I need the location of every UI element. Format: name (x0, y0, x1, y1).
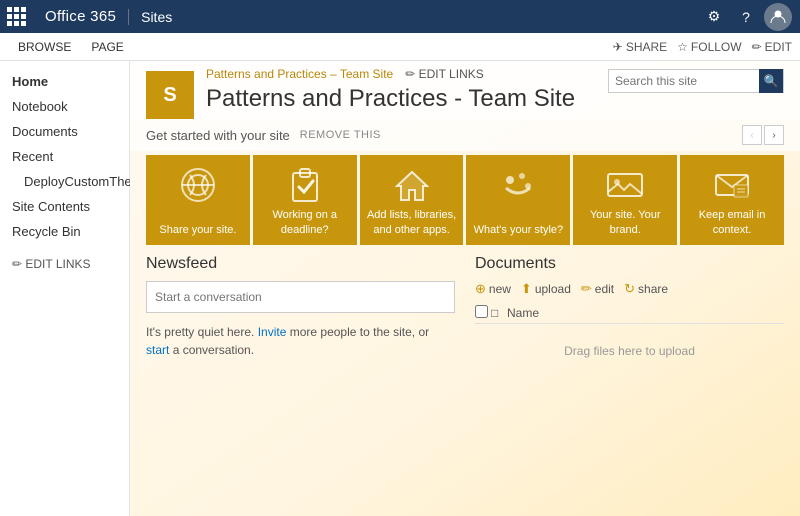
waffle-icon (7, 7, 26, 26)
upload-icon: ⬆ (521, 281, 532, 297)
newsfeed-title: Newsfeed (146, 255, 455, 273)
follow-button[interactable]: ☆ FOLLOW (677, 40, 741, 54)
remove-this-button[interactable]: REMOVE THIS (300, 129, 381, 141)
star-icon: ☆ (677, 40, 688, 54)
doc-share-button[interactable]: ↻ share (624, 281, 668, 297)
waffle-button[interactable] (0, 0, 33, 33)
share-icon: ✈ (613, 40, 623, 54)
doc-edit-button[interactable]: ✏ edit (581, 281, 614, 297)
search-input[interactable] (609, 74, 759, 88)
top-bar: Office 365 Sites ⚙ ? (0, 0, 800, 33)
doc-check-col (475, 305, 491, 321)
card-brand[interactable]: Your site. Your brand. (573, 155, 677, 245)
pencil-icon: ✏ (752, 40, 762, 54)
second-bar: BROWSE PAGE ✈ SHARE ☆ FOLLOW ✏ EDIT (0, 33, 800, 61)
breadcrumb-link[interactable]: Patterns and Practices – Team Site (206, 67, 393, 81)
sidebar-item-deploycustomtheme[interactable]: DeployCustomTheme (0, 169, 129, 194)
doc-new-button[interactable]: ⊕ new (475, 281, 511, 297)
edit-button[interactable]: ✏ EDIT (752, 40, 792, 54)
card-share[interactable]: Share your site. (146, 155, 250, 245)
doc-upload-button[interactable]: ⬆ upload (521, 281, 571, 297)
card-apps-label: Add lists, libraries, and other apps. (366, 208, 458, 237)
get-started-header: Get started with your site REMOVE THIS ‹… (130, 119, 800, 151)
card-deadline-label: Working on a deadline? (259, 208, 351, 237)
doc-toolbar: ⊕ new ⬆ upload ✏ edit ↻ share (475, 281, 784, 297)
doc-type-icon: □ (491, 306, 498, 320)
search-button[interactable]: 🔍 (759, 69, 783, 93)
card-brand-label: Your site. Your brand. (579, 208, 671, 237)
app-name: Office 365 (33, 8, 128, 25)
newsfeed-quiet-text: It's pretty quiet here. Invite more peop… (146, 323, 455, 359)
sidebar: Home Notebook Documents Recent DeployCus… (0, 61, 130, 516)
edit-doc-icon: ✏ (581, 281, 592, 297)
search-bar: 🔍 (608, 69, 784, 93)
email-card-icon (712, 165, 752, 205)
doc-drag-area[interactable]: Drag files here to upload (475, 324, 784, 384)
sidebar-item-home[interactable]: Home (0, 69, 129, 94)
card-email-label: Keep email in context. (686, 208, 778, 237)
site-header-block: S Patterns and Practices – Team Site ✏ E… (130, 61, 800, 119)
doc-name-col: Name (507, 306, 784, 320)
card-apps[interactable]: Add lists, libraries, and other apps. (360, 155, 464, 245)
help-icon[interactable]: ? (732, 3, 760, 31)
sharepoint-logo: S (146, 71, 194, 119)
get-started-title: Get started with your site (146, 128, 290, 143)
new-icon: ⊕ (475, 281, 486, 297)
search-icon: 🔍 (764, 74, 779, 88)
avatar[interactable] (764, 3, 792, 31)
card-style-label: What's your style? (474, 223, 564, 237)
sidebar-item-site-contents[interactable]: Site Contents (0, 194, 129, 219)
share-card-icon (178, 165, 218, 205)
bottom-panels: Newsfeed It's pretty quiet here. Invite … (130, 255, 800, 384)
nav-next-button[interactable]: › (764, 125, 784, 145)
sidebar-item-recent[interactable]: Recent (0, 144, 129, 169)
documents-title: Documents (475, 255, 784, 273)
card-email[interactable]: Keep email in context. (680, 155, 784, 245)
sidebar-edit-links[interactable]: ✏ EDIT LINKS (0, 252, 129, 276)
sp-logo-text: S (163, 84, 176, 107)
sidebar-item-recycle-bin[interactable]: Recycle Bin (0, 219, 129, 244)
documents-panel: Documents ⊕ new ⬆ upload ✏ edit (475, 255, 784, 384)
main-layout: Home Notebook Documents Recent DeployCus… (0, 61, 800, 516)
start-link[interactable]: start (146, 343, 169, 357)
newsfeed-input[interactable] (146, 281, 455, 313)
card-share-label: Share your site. (159, 223, 236, 237)
gear-icon[interactable]: ⚙ (700, 3, 728, 31)
invite-link[interactable]: Invite (258, 325, 287, 339)
doc-table-header: □ Name (475, 303, 784, 324)
doc-select-all[interactable] (475, 305, 488, 318)
cards-grid: Share your site. Working on a deadline? (130, 151, 800, 255)
card-style[interactable]: What's your style? (466, 155, 570, 245)
palette-card-icon (498, 165, 538, 205)
clipboard-card-icon (285, 165, 325, 205)
nav-prev-button[interactable]: ‹ (742, 125, 762, 145)
content-area: S Patterns and Practices – Team Site ✏ E… (130, 61, 800, 516)
sidebar-item-documents[interactable]: Documents (0, 119, 129, 144)
house-card-icon (392, 165, 432, 205)
section-name[interactable]: Sites (128, 9, 184, 25)
image-card-icon (605, 165, 645, 205)
card-deadline[interactable]: Working on a deadline? (253, 155, 357, 245)
doc-icon-col: □ (491, 306, 507, 320)
edit-links-breadcrumb[interactable]: ✏ EDIT LINKS (405, 67, 484, 81)
newsfeed-panel: Newsfeed It's pretty quiet here. Invite … (146, 255, 475, 384)
browse-tab[interactable]: BROWSE (8, 33, 81, 60)
page-tab[interactable]: PAGE (81, 33, 133, 60)
sidebar-item-notebook[interactable]: Notebook (0, 94, 129, 119)
share-doc-icon: ↻ (624, 281, 635, 297)
share-button[interactable]: ✈ SHARE (613, 40, 667, 54)
